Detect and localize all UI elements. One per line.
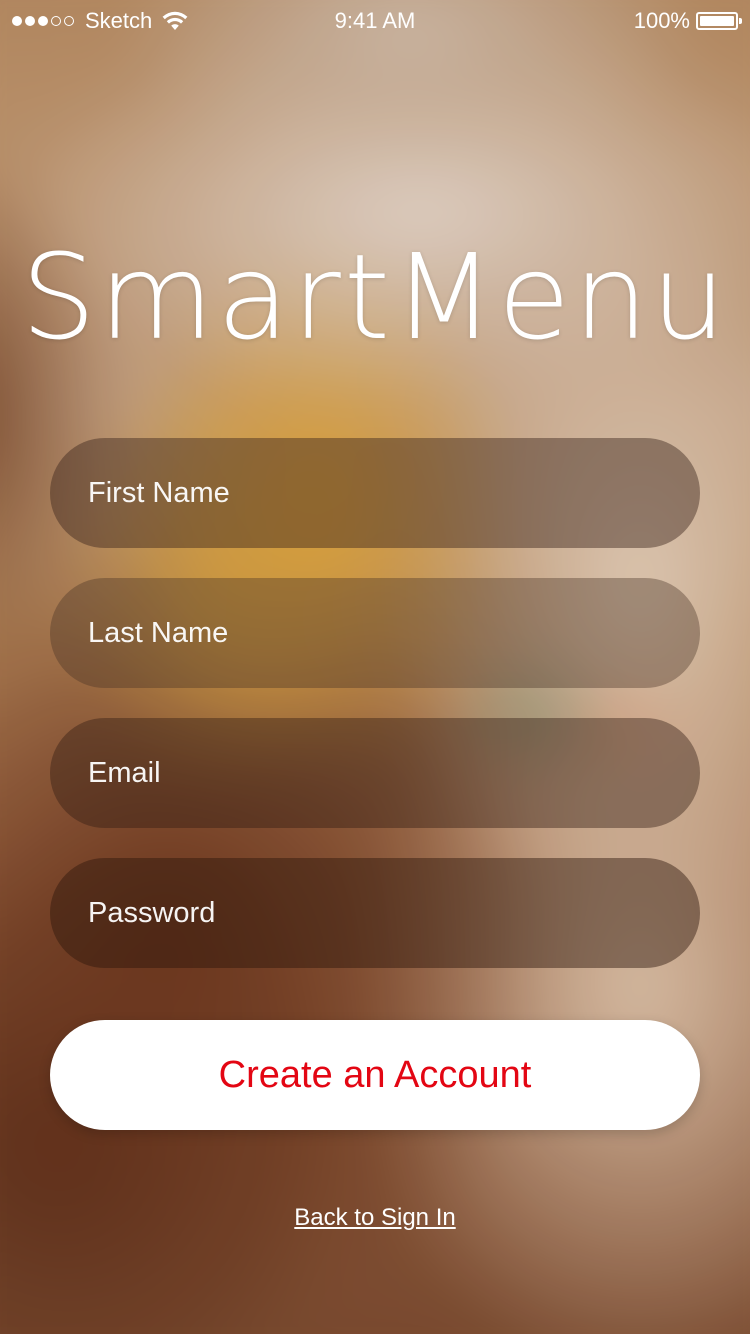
- password-input[interactable]: [88, 858, 662, 968]
- status-bar-right: 100%: [633, 8, 742, 34]
- password-field-container: [50, 858, 700, 968]
- battery-nub: [739, 18, 742, 24]
- last-name-input[interactable]: [88, 578, 662, 688]
- app-logo-title: SmartMenu: [21, 228, 729, 366]
- first-name-field-container: [50, 438, 700, 548]
- status-bar: Sketch 9:41 AM 100%: [0, 0, 750, 40]
- back-to-sign-in-link[interactable]: Back to Sign In: [0, 1204, 750, 1232]
- last-name-field-container: [50, 578, 700, 688]
- battery-icon: [696, 12, 742, 30]
- email-input[interactable]: [88, 718, 662, 828]
- first-name-input[interactable]: [88, 438, 662, 548]
- email-field-container: [50, 718, 700, 828]
- battery-level: [700, 16, 734, 26]
- create-account-button[interactable]: Create an Account: [50, 1020, 700, 1130]
- battery-percentage: 100%: [633, 8, 690, 33]
